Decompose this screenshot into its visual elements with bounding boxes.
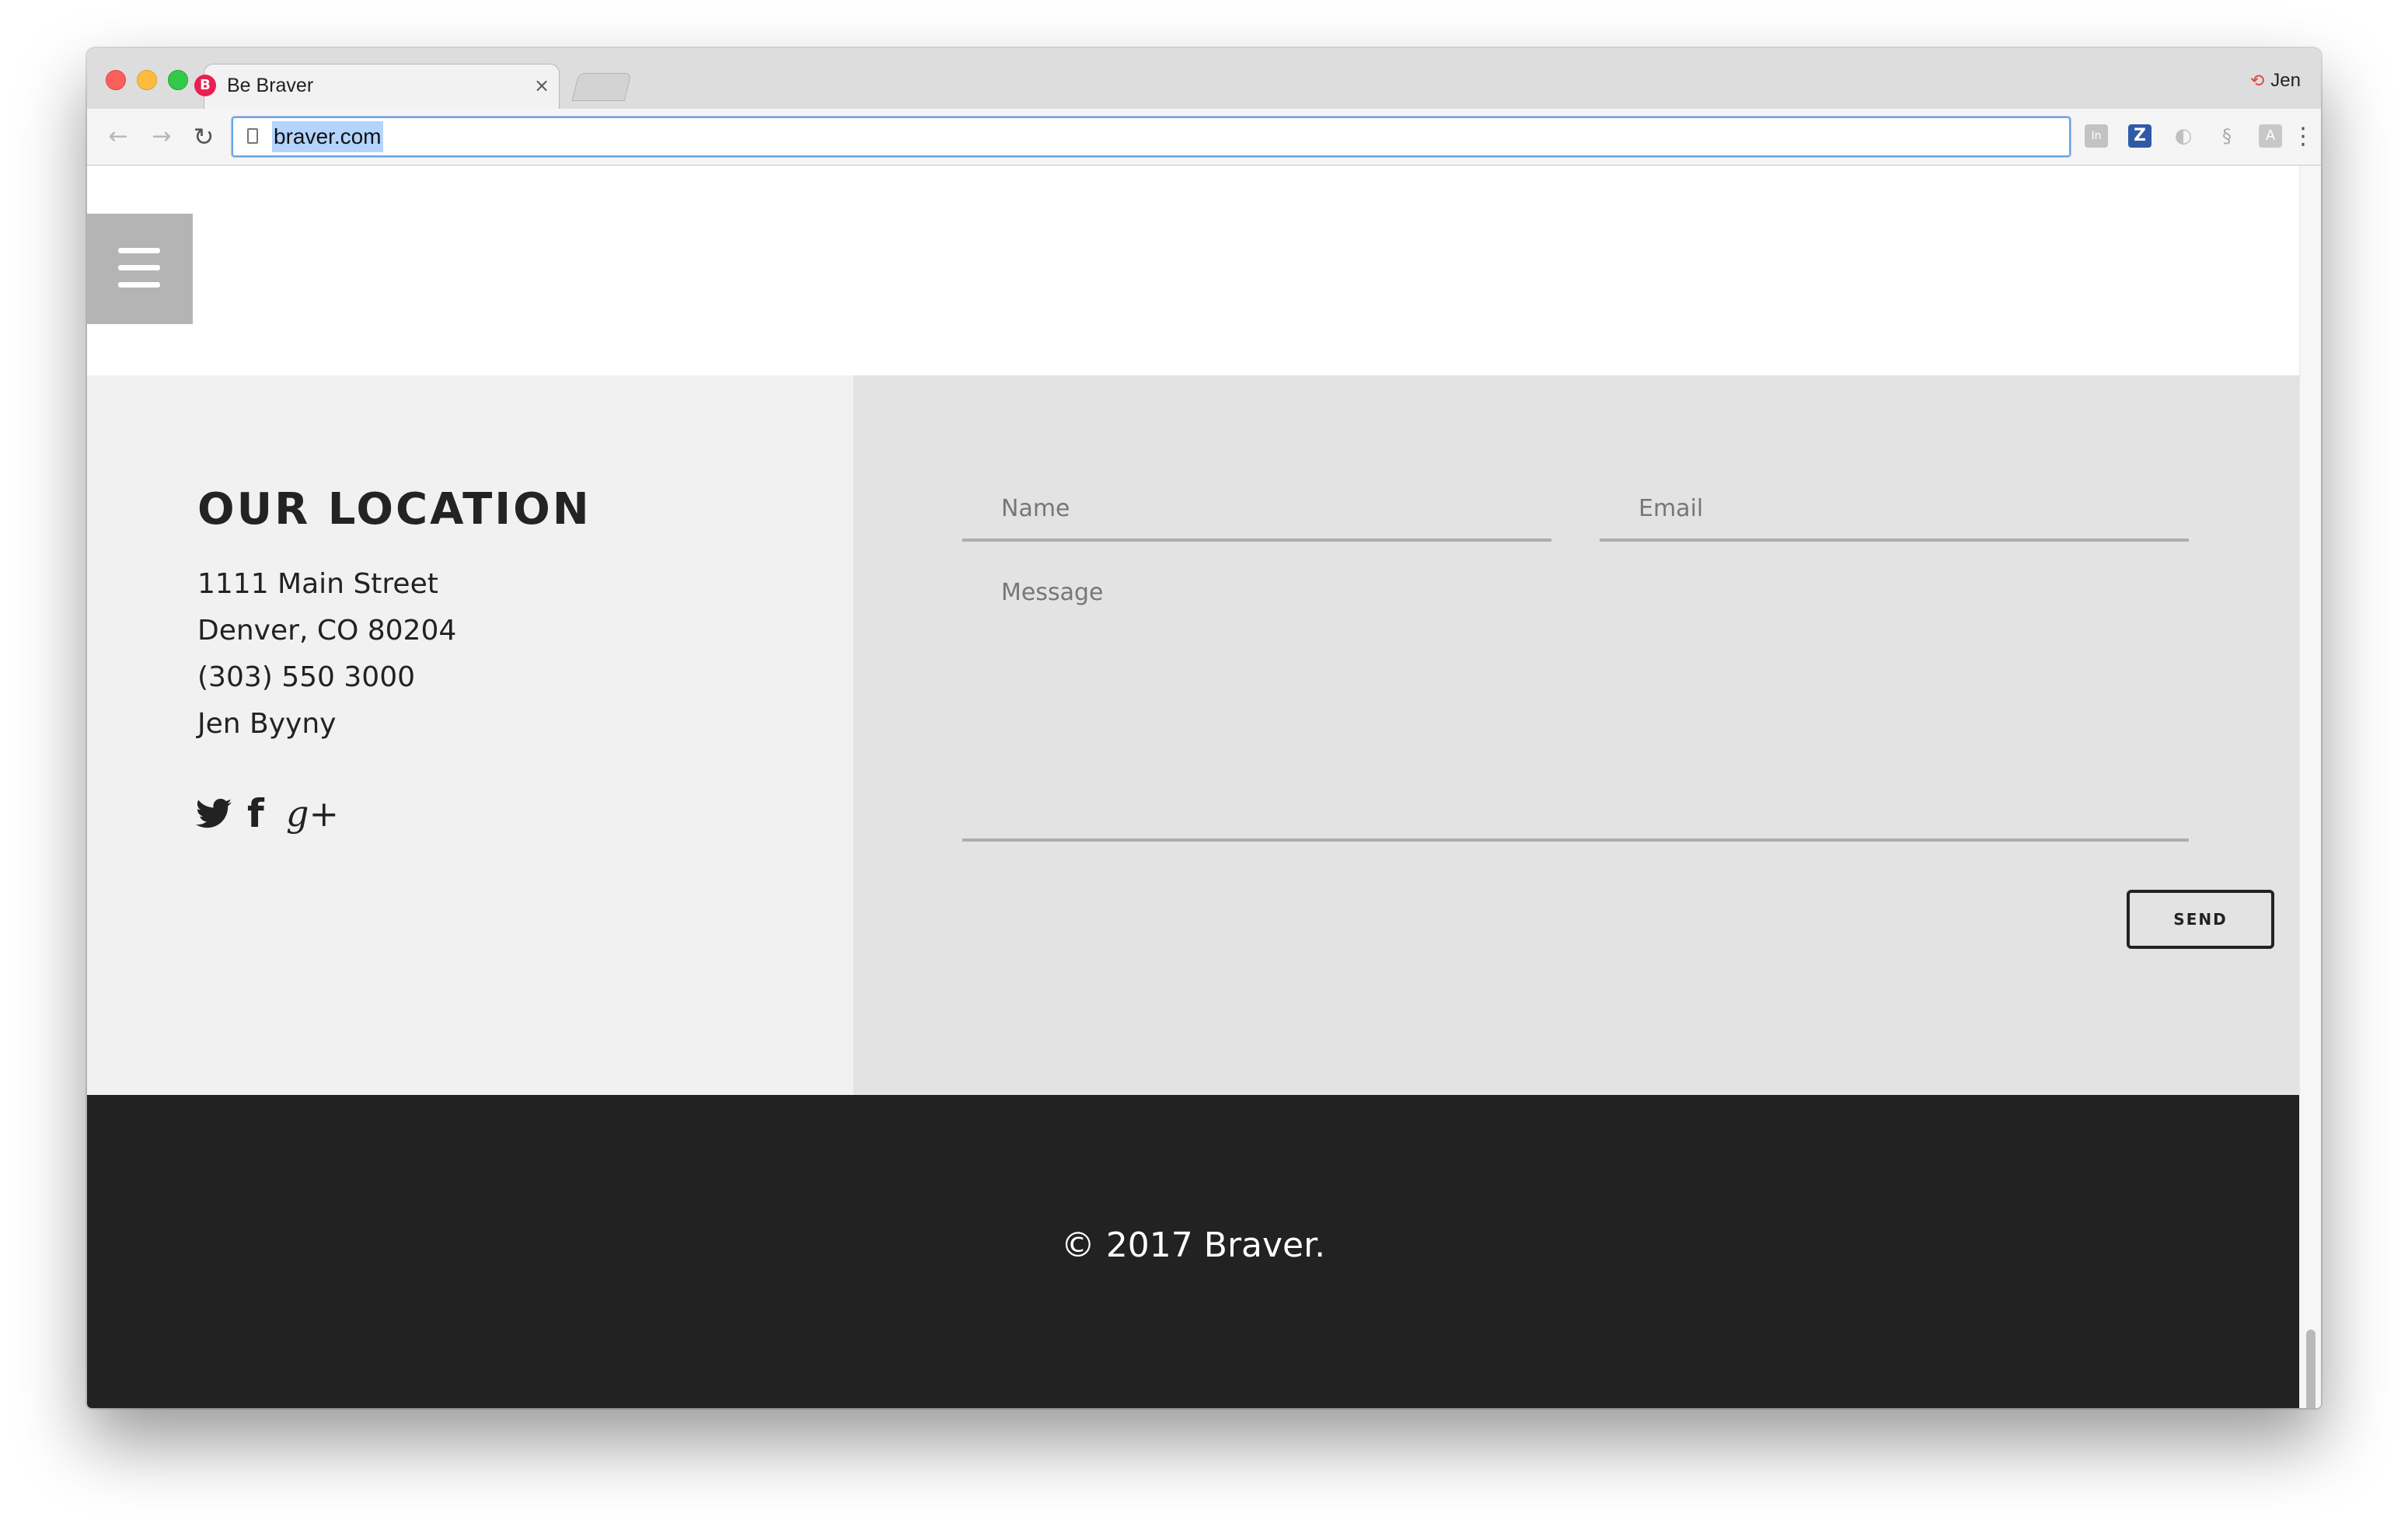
minimize-window-button[interactable] bbox=[137, 70, 157, 90]
contact-form: SEND bbox=[853, 375, 2299, 1095]
google-plus-icon[interactable]: g+ bbox=[286, 793, 339, 834]
facebook-icon[interactable]: f bbox=[247, 793, 264, 834]
back-arrow-icon[interactable]: ← bbox=[103, 121, 134, 152]
address-contact-name: Jen Byyny bbox=[197, 708, 337, 740]
name-field[interactable] bbox=[962, 478, 1551, 542]
location-panel: OUR LOCATION 1111 Main Street Denver, CO… bbox=[87, 375, 853, 1095]
in-extension-icon[interactable]: In bbox=[2085, 124, 2108, 148]
zoom-window-button[interactable] bbox=[168, 70, 188, 90]
scrollbar-thumb[interactable] bbox=[2306, 1330, 2316, 1408]
address-street: 1111 Main Street bbox=[197, 568, 438, 600]
swirl-extension-icon[interactable]: ◐ bbox=[2172, 124, 2195, 148]
forward-arrow-icon[interactable]: → bbox=[146, 121, 177, 152]
hamburger-bar bbox=[118, 282, 160, 288]
email-field[interactable] bbox=[1600, 478, 2189, 542]
browser-toolbar: ← → ↻ braver.com In Z ◐ § A ⋮ bbox=[87, 109, 2321, 166]
reload-icon[interactable]: ↻ bbox=[188, 121, 219, 152]
z-extension-icon[interactable]: Z bbox=[2128, 124, 2151, 148]
copyright-text: © 2017 Braver. bbox=[1060, 1225, 1326, 1265]
page-footer: © 2017 Braver. bbox=[87, 1095, 2299, 1408]
send-button[interactable]: SEND bbox=[2127, 890, 2274, 949]
profile-icon: ⟲ bbox=[2249, 71, 2265, 90]
page-viewport: OUR LOCATION 1111 Main Street Denver, CO… bbox=[87, 166, 2299, 1408]
address-bar[interactable]: braver.com bbox=[232, 117, 2071, 157]
site-favicon-icon: B bbox=[194, 75, 216, 96]
profile-name: Jen bbox=[2270, 70, 2301, 91]
link-extension-icon[interactable]: § bbox=[2215, 124, 2239, 148]
page-scrollbar[interactable] bbox=[2299, 166, 2321, 1408]
twitter-icon[interactable] bbox=[196, 793, 232, 834]
tab-close-icon[interactable]: × bbox=[530, 71, 553, 99]
profile-button[interactable]: ⟲ Jen bbox=[2250, 67, 2301, 95]
hamburger-bar bbox=[118, 265, 160, 270]
address-phone: (303) 550 3000 bbox=[197, 661, 416, 693]
url-text[interactable]: braver.com bbox=[272, 121, 383, 152]
browser-window: B Be Braver × ⟲ Jen ← → ↻ braver.com In Z… bbox=[87, 48, 2321, 1408]
page-icon bbox=[247, 128, 258, 144]
title-bar: B Be Braver × ⟲ Jen bbox=[87, 48, 2321, 111]
hamburger-bar bbox=[118, 248, 160, 253]
hamburger-menu-button[interactable] bbox=[87, 214, 193, 324]
message-field[interactable] bbox=[962, 559, 2189, 842]
address-city: Denver, CO 80204 bbox=[197, 615, 457, 647]
translate-extension-icon[interactable]: A bbox=[2259, 124, 2282, 148]
new-tab-button[interactable] bbox=[571, 73, 632, 101]
contact-section: OUR LOCATION 1111 Main Street Denver, CO… bbox=[87, 375, 2299, 1095]
location-heading: OUR LOCATION bbox=[197, 484, 592, 535]
browser-menu-icon[interactable]: ⋮ bbox=[2291, 121, 2315, 152]
close-window-button[interactable] bbox=[106, 70, 126, 90]
tab-title: Be Braver bbox=[227, 75, 314, 96]
